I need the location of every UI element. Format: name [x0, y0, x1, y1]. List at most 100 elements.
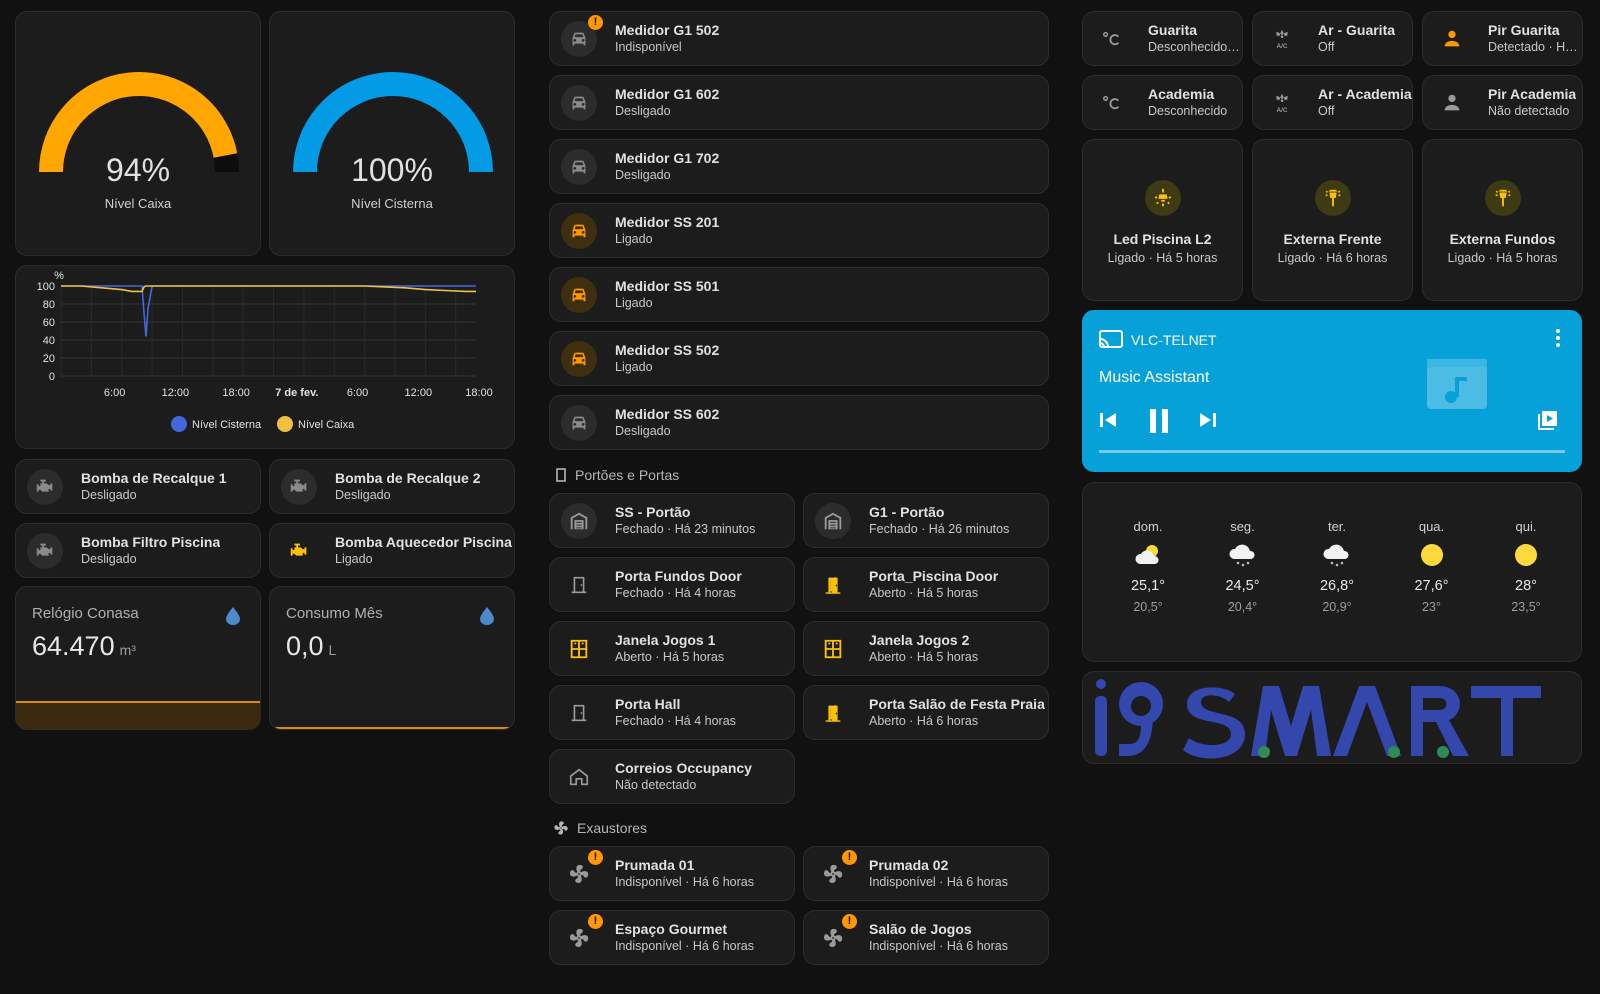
door-tile[interactable]: Porta Fundos Door Fechado · Há 4 horas	[549, 557, 795, 612]
home-icon	[561, 759, 597, 795]
tile-title: Espaço Gourmet	[615, 921, 728, 937]
sensor-tile[interactable]: Pir Academia Não detectado	[1422, 75, 1583, 130]
meter-tile[interactable]: Medidor G1 702 Desligado	[549, 139, 1049, 194]
outdoor-lamp-icon	[1484, 180, 1521, 216]
pump-tile[interactable]: Bomba Aquecedor Piscina Ligado	[269, 523, 515, 578]
meter-tile[interactable]: Medidor SS 602 Desligado	[549, 395, 1049, 450]
sensor-tile[interactable]: Pir Guarita Detectado · Há...	[1422, 11, 1583, 66]
fan-icon: !	[561, 849, 603, 892]
media-progress-bar[interactable]	[1099, 450, 1565, 453]
section-doors: Portões e Portas	[555, 467, 679, 483]
tile-title: Porta Hall	[615, 696, 681, 712]
door-tile[interactable]: Porta Hall Fechado · Há 4 horas	[549, 685, 795, 740]
more-options-icon[interactable]	[1555, 329, 1561, 347]
fan-tile[interactable]: ! Prumada 01 Indisponível · Há 6 horas	[549, 846, 795, 901]
tile-title: Porta Salão de Festa Praia	[869, 696, 1045, 712]
person-icon	[1434, 85, 1470, 121]
tile-title: G1 - Portão	[869, 504, 945, 520]
engine-icon	[27, 532, 63, 569]
tile-title: Ar - Academia	[1318, 86, 1412, 102]
car-icon	[561, 404, 597, 441]
light-tile[interactable]: Externa Frente Ligado · Há 6 horas	[1252, 139, 1413, 301]
sensor-tile[interactable]: A/C Ar - Guarita Off	[1252, 11, 1413, 66]
sensor-tile[interactable]: Guarita Desconhecido · ...	[1082, 11, 1243, 66]
fan-tile[interactable]: ! Espaço Gourmet Indisponível · Há 6 hor…	[549, 910, 795, 965]
y-tick-label: 80	[43, 299, 55, 311]
light-state: Ligado · Há 6 horas	[1277, 251, 1388, 265]
pump-tile[interactable]: Bomba Filtro Piscina Desligado	[15, 523, 261, 578]
i9smart-logo	[1095, 679, 1541, 759]
tile-title: Bomba Aquecedor Piscina	[335, 534, 512, 550]
light-title: Externa Frente	[1283, 231, 1382, 247]
next-track-icon[interactable]	[1197, 409, 1219, 431]
water-value: 64.470 m³	[32, 631, 136, 661]
tile-state: Ligado	[335, 552, 373, 566]
pump-tile[interactable]: Bomba de Recalque 2 Desligado	[269, 459, 515, 514]
forecast-day-label: seg.	[1230, 519, 1255, 534]
gauge-card-caixa[interactable]: 94% Nível Caixa	[15, 11, 261, 256]
forecast-low: 20,9°	[1322, 600, 1352, 614]
pause-icon[interactable]	[1146, 407, 1172, 435]
fan-tile[interactable]: ! Prumada 02 Indisponível · Há 6 horas	[803, 846, 1049, 901]
thermometer-celsius-icon	[1094, 85, 1130, 121]
history-graph-card[interactable]: 0 20 40 60 80 100% 6:00 12:00 18:00 7 de fev. 6:00…	[15, 265, 515, 449]
warning-badge: !	[588, 913, 603, 929]
weather-forecast-card[interactable]: dom. 25,1° 20,5° seg. 24,5° 20,4° ter. 26,…	[1082, 482, 1582, 662]
tile-state: Fechado · Há 23 minutos	[615, 522, 756, 536]
tile-title: Salão de Jogos	[869, 921, 972, 937]
door-tile[interactable]: SS - Portão Fechado · Há 23 minutos	[549, 493, 795, 548]
y-tick-label: 60	[43, 317, 55, 329]
tile-state: Ligado	[615, 360, 653, 374]
media-player-name: VLC-TELNET	[1131, 332, 1217, 348]
light-tile[interactable]: Externa Fundos Ligado · Há 5 horas	[1422, 139, 1583, 301]
tile-title: Prumada 02	[869, 857, 949, 873]
forecast-low: 20,4°	[1227, 600, 1258, 614]
meter-tile[interactable]: Medidor G1 602 Desligado	[549, 75, 1049, 130]
tile-title: Janela Jogos 1	[615, 632, 716, 648]
door-tile[interactable]: Porta_Piscina Door Aberto · Há 5 horas	[803, 557, 1049, 612]
car-icon: !	[561, 14, 603, 57]
gauge-value: 94%	[105, 152, 171, 188]
tile-state: Aberto · Há 5 horas	[869, 650, 979, 664]
forecast-low: 20,5°	[1133, 600, 1163, 614]
fan-icon	[554, 821, 568, 835]
media-player-card[interactable]: VLC-TELNET Music Assistant	[1082, 310, 1582, 472]
car-icon	[561, 276, 597, 313]
pump-tile[interactable]: Bomba de Recalque 1 Desligado	[15, 459, 261, 514]
door-tile[interactable]: Janela Jogos 1 Aberto · Há 5 horas	[549, 621, 795, 676]
meter-tile[interactable]: ! Medidor G1 502 Indisponível	[549, 11, 1049, 66]
tile-title: Medidor SS 502	[615, 342, 720, 358]
media-title: Music Assistant	[1099, 369, 1210, 386]
door-tile[interactable]: Correios Occupancy Não detectado	[549, 749, 795, 804]
tile-title: Pir Academia	[1488, 86, 1577, 102]
water-card-relogio[interactable]: Relógio Conasa 64.470 m³	[15, 586, 261, 730]
door-icon	[556, 468, 566, 482]
meter-tile[interactable]: Medidor SS 502 Ligado	[549, 331, 1049, 386]
door-tile[interactable]: Janela Jogos 2 Aberto · Há 5 horas	[803, 621, 1049, 676]
tile-title: Medidor G1 602	[615, 86, 720, 102]
window-open-icon	[815, 631, 851, 667]
fan-tile[interactable]: ! Salão de Jogos Indisponível · Há 6 hor…	[803, 910, 1049, 965]
tile-state: Fechado · Há 26 minutos	[869, 522, 1010, 536]
tile-title: Ar - Guarita	[1318, 22, 1396, 38]
browse-media-icon[interactable]	[1537, 409, 1559, 431]
door-tile[interactable]: G1 - Portão Fechado · Há 26 minutos	[803, 493, 1049, 548]
forecast-high: 24,5°	[1225, 578, 1260, 594]
air-conditioner-icon: A/C	[1264, 21, 1300, 57]
sunny-icon	[1420, 544, 1443, 566]
meter-tile[interactable]: Medidor SS 201 Ligado	[549, 203, 1049, 258]
tile-title: Bomba de Recalque 2	[335, 470, 481, 486]
water-card-consumo[interactable]: Consumo Mês 0,0 L	[269, 586, 515, 730]
sensor-tile[interactable]: A/C Ar - Academia Off	[1252, 75, 1413, 130]
previous-track-icon[interactable]	[1097, 409, 1119, 431]
sensor-tile[interactable]: Academia Desconhecido	[1082, 75, 1243, 130]
meter-tile[interactable]: Medidor SS 501 Ligado	[549, 267, 1049, 322]
engine-icon	[281, 468, 317, 505]
car-icon	[561, 340, 597, 377]
tile-state: Desligado	[81, 488, 137, 502]
door-tile[interactable]: Porta Salão de Festa Praia Aberto · Há 6…	[803, 685, 1049, 740]
tile-state: Fechado · Há 4 horas	[615, 586, 736, 600]
gauge-card-cisterna[interactable]: 100% Nível Cisterna	[269, 11, 515, 256]
water-graph-fill	[16, 701, 260, 729]
light-tile[interactable]: Led Piscina L2 Ligado · Há 5 horas	[1082, 139, 1243, 301]
